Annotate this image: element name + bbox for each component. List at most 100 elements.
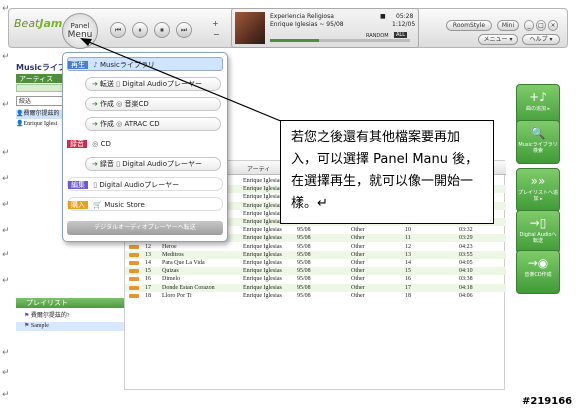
menu-footer-transfer[interactable]: デジタルオーディオプレーヤーへ転送 — [67, 221, 223, 235]
cell-artist: Enrique Iglesias — [243, 268, 282, 275]
playlist-item[interactable]: ⚑ Sample — [16, 322, 126, 331]
arrow-icon: ➔ — [92, 80, 98, 88]
volume-minus-button[interactable]: − — [213, 30, 220, 39]
column-artist[interactable]: アーティ — [247, 164, 270, 173]
table-row[interactable]: 18 Lloro Por Ti Enrique Iglesias 95/08 Other… — [125, 292, 506, 300]
playlist-flag-icon: ⚑ — [24, 323, 31, 329]
side-action-button[interactable]: →▯ Digital Audioへ転送 — [516, 210, 560, 254]
cell-genre: Other — [351, 251, 365, 258]
menu-transfer-player[interactable]: ➔ 転送 ▯ Digital Audioプレーヤー — [85, 77, 221, 91]
help-dropdown[interactable]: ヘルプ ▾ — [522, 34, 560, 45]
arrow-icon: ➔ — [92, 120, 98, 128]
pause-icon: ⏸ — [138, 26, 142, 34]
stop-button[interactable]: ⏹ — [154, 22, 170, 38]
cell-no: 16 — [145, 276, 151, 283]
paragraph-mark: ↵ — [2, 100, 10, 110]
track-icon — [129, 269, 139, 274]
track-icon — [129, 285, 139, 290]
side-action-button[interactable]: →◉ 音楽CD作成 — [516, 250, 560, 294]
next-icon: ⏭ — [180, 26, 188, 34]
playlist-header[interactable]: プレイリスト — [16, 298, 126, 308]
side-action-icon: +♪ — [529, 90, 547, 104]
track-icon — [129, 277, 139, 282]
player-icon: ▯ — [116, 80, 120, 88]
stop-icon: ⏹ — [160, 26, 164, 34]
buy-category: 購入 — [68, 201, 88, 209]
side-action-button[interactable]: 🔍 Musicライブラリ検索 — [516, 120, 560, 164]
previous-track-button[interactable]: ⏮ — [110, 22, 126, 38]
table-row[interactable]: 14 Para Que La Vida Enrique Iglesias 95/08 O… — [125, 259, 506, 267]
stop-indicator-icon: ■ — [380, 13, 386, 20]
menu-buy-store[interactable]: 購入 🛒 Music Store — [67, 197, 223, 211]
cell-track: 14 — [405, 260, 411, 266]
cell-time: 04:10 — [459, 268, 473, 275]
side-action-button[interactable]: »» プレイリストへ追加 ▸ — [516, 168, 560, 212]
menu-record-cd[interactable]: 録音 ◎ CD — [67, 137, 223, 151]
maximize-button[interactable]: □ — [536, 20, 546, 31]
side-action-label: Digital Audioへ転送 — [519, 232, 557, 244]
track-position: 1:12/05 — [392, 21, 416, 28]
mini-button[interactable]: Mini — [497, 20, 519, 31]
table-row[interactable]: 15 Quizas Enrique Iglesias 95/08 Other 15 04:1… — [125, 267, 506, 276]
paragraph-mark: ↵ — [2, 368, 10, 378]
volume-plus-button[interactable]: + — [212, 19, 219, 28]
cell-artist: Enrique Iglesias — [243, 210, 282, 217]
player-icon: ▯ — [116, 160, 120, 168]
cell-genre: Other — [351, 243, 365, 250]
cell-album: 95/08 — [297, 268, 311, 275]
cell-artist: Enrique Iglesias — [243, 243, 282, 250]
menu-record-player[interactable]: ➔ 録音 ▯ Digital Audioプレーヤー — [85, 157, 221, 171]
minimize-button[interactable]: _ — [524, 20, 534, 31]
side-action-icon: 🔍 — [530, 126, 546, 140]
seek-bar[interactable] — [270, 39, 410, 42]
panel-menu-button[interactable]: Panel Menu — [62, 13, 98, 49]
menu-create-atrac[interactable]: ➔ 作成 ◎ ATRAC CD — [85, 117, 221, 131]
track-artist-album: Enrique Iglesias ~ 95/08 — [270, 21, 344, 28]
album-art — [235, 12, 265, 44]
table-row[interactable]: 12 Heroe Enrique Iglesias 95/08 Other 12 04:23 — [125, 243, 506, 251]
menu-dropdown[interactable]: メニュー ▾ — [478, 34, 518, 45]
cell-title: Lloro Por Ti — [162, 292, 192, 299]
arrow-icon: ➔ — [92, 160, 98, 168]
paragraph-mark: ↵ — [2, 226, 10, 236]
cell-time: 04:23 — [459, 243, 473, 250]
cell-genre: Other — [351, 260, 365, 266]
cell-track: 11 — [405, 235, 411, 242]
side-action-label: 音楽CD作成 — [524, 272, 552, 278]
cell-time: 03:55 — [459, 251, 473, 258]
paragraph-mark: ↵ — [2, 348, 10, 358]
cell-artist: Enrique Iglesias — [243, 235, 282, 242]
paragraph-mark: ↵ — [2, 52, 10, 62]
table-row[interactable]: 17 Donde Estan Corazon Enrique Iglesias 95/… — [125, 283, 506, 292]
cell-time: 03:32 — [459, 227, 473, 234]
roomstyle-button[interactable]: RoomStyle — [446, 20, 492, 31]
cell-no: 15 — [145, 268, 151, 275]
artist-tab[interactable]: アーティス — [16, 74, 66, 83]
next-track-button[interactable]: ⏭ — [176, 22, 192, 38]
menu-edit-player[interactable]: 編集 ▯ Digital Audioプレーヤー — [67, 177, 223, 191]
view-toggle-bar[interactable] — [16, 84, 66, 92]
table-row[interactable]: 16 Dimelo Enrique Iglesias 95/08 Other 16 03:3… — [125, 275, 506, 283]
pause-button[interactable]: ⏸ — [132, 22, 148, 38]
track-time: 05:28 — [396, 13, 414, 20]
cell-track: 13 — [405, 251, 411, 258]
track-icon — [129, 244, 139, 249]
playlist-item[interactable]: ⚑ 費爾尔提茲的? — [16, 312, 126, 321]
library-icon: ♪ — [93, 61, 98, 69]
player-icon: ▯ — [93, 181, 98, 189]
panel-menu-dropdown: 再生 ♪ Musicライブラリ ➔ 転送 ▯ Digital Audioプレーヤー… — [62, 52, 228, 242]
cell-title: Quizas — [162, 268, 179, 275]
cell-time: 04:18 — [459, 284, 473, 291]
close-button[interactable]: × — [548, 20, 558, 31]
cell-artist: Enrique Iglesias — [243, 260, 282, 266]
cell-genre: Other — [351, 284, 365, 291]
cell-genre: Other — [351, 292, 365, 299]
cell-genre: Other — [351, 235, 365, 242]
filter-input[interactable]: 絞込 — [16, 96, 66, 106]
menu-create-cd[interactable]: ➔ 作成 ◎ 音楽CD — [85, 97, 221, 111]
table-row[interactable]: 13 Meditros Enrique Iglesias 95/08 Other 13 03… — [125, 250, 506, 259]
cd-icon: ◎ — [116, 100, 123, 108]
menu-play-library[interactable]: 再生 ♪ Musicライブラリ — [67, 57, 223, 71]
cell-track: 10 — [405, 227, 411, 234]
track-icon — [129, 293, 139, 298]
